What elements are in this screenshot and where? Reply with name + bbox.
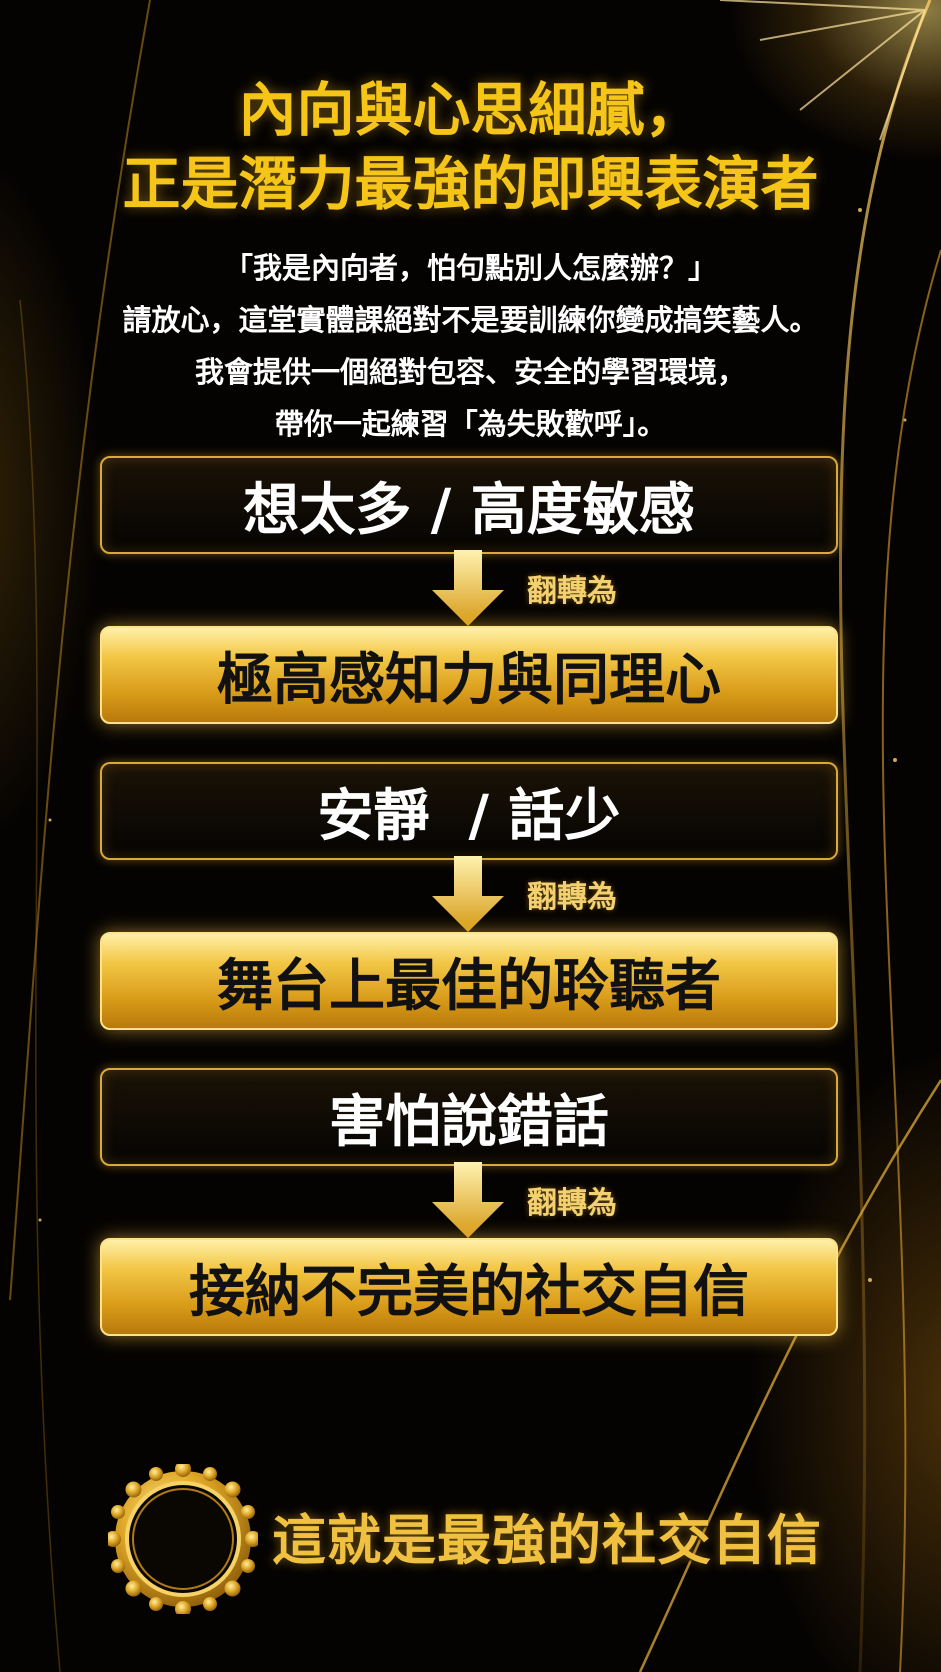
trait-to-box-1: 極高感知力與同理心 — [100, 626, 838, 724]
intro-text-line-2: 請放心，這堂實體課絕對不是要訓練你變成搞笑藝人。 — [122, 303, 819, 337]
flip-label-3: 翻轉為 — [527, 1186, 617, 1221]
flip-label-2: 翻轉為 — [527, 880, 617, 915]
down-arrow-icon — [432, 550, 504, 626]
trait-to-label-3: 接納不完美的社交自信 — [189, 1259, 749, 1325]
conclusion-text: 這就是最強的社交自信 — [272, 1508, 822, 1572]
down-arrow-icon — [432, 856, 504, 932]
intro-text-line-3: 我會提供一個絕對包容、安全的學習環境， — [194, 355, 746, 389]
gold-seal-icon — [108, 1464, 258, 1614]
trait-from-box-1: 想太多 / 高度敏感 — [100, 456, 838, 554]
trait-to-label-2: 舞台上最佳的聆聽者 — [217, 953, 721, 1019]
trait-to-label-1: 極高感知力與同理心 — [217, 647, 721, 713]
intro-text-line-1: 「我是內向者，怕句點別人怎麼辦？」 — [223, 251, 717, 285]
trait-to-box-3: 接納不完美的社交自信 — [100, 1238, 838, 1336]
page-title-line-1: 內向與心思細膩， — [238, 76, 703, 144]
flip-label-1: 翻轉為 — [527, 574, 617, 609]
trait-from-box-2: 安靜 / 話少 — [100, 762, 838, 860]
trait-from-label-3: 害怕說錯話 — [329, 1089, 609, 1155]
page-title-line-2: 正是潛力最強的即興表演者 — [122, 150, 819, 218]
down-arrow-icon — [432, 1162, 504, 1238]
trait-from-label-1: 想太多 / 高度敏感 — [243, 477, 695, 543]
trait-from-label-2: 安靜 / 話少 — [317, 783, 621, 849]
intro-text-line-4: 帶你一起練習「為失敗歡呼」。 — [274, 407, 667, 441]
trait-from-box-3: 害怕說錯話 — [100, 1068, 838, 1166]
trait-to-box-2: 舞台上最佳的聆聽者 — [100, 932, 838, 1030]
